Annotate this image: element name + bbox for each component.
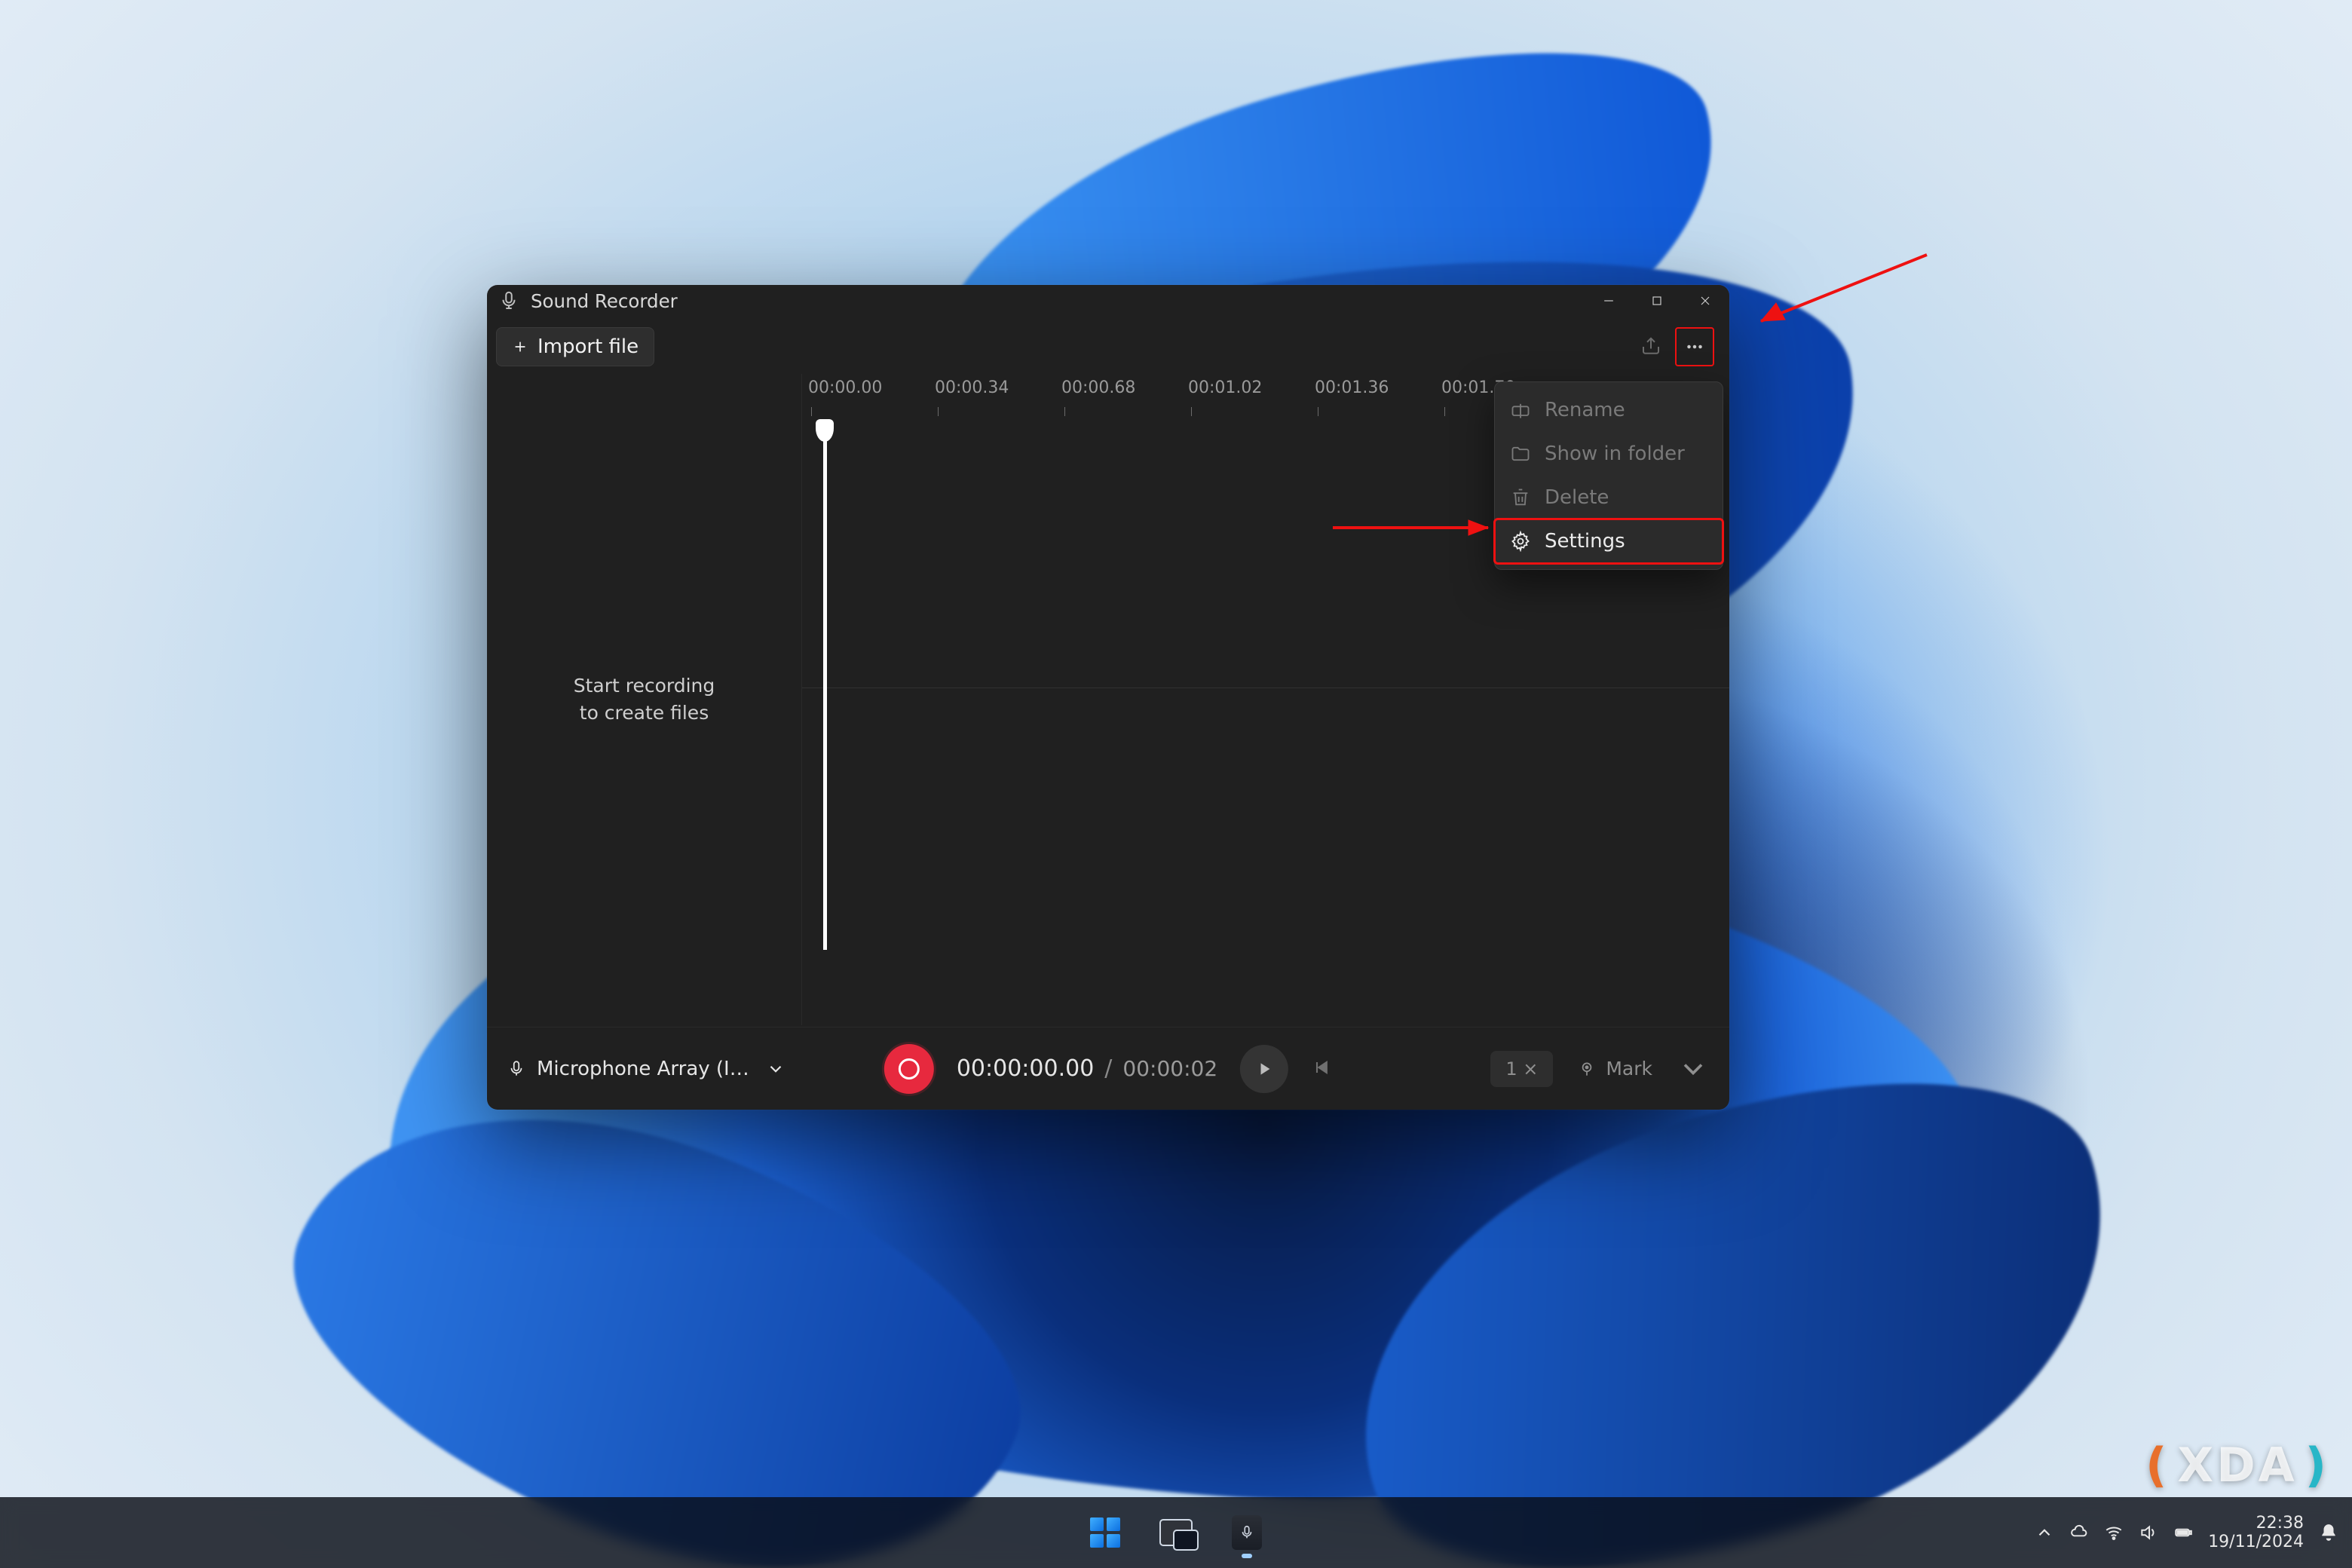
clock-date: 19/11/2024 [2208, 1533, 2304, 1551]
playhead[interactable] [816, 419, 834, 950]
desktop-wallpaper: Sound Recorder Import file [0, 0, 2352, 1568]
menu-item-label: Settings [1545, 530, 1625, 553]
wifi-icon[interactable] [2104, 1523, 2124, 1542]
time-separator: / [1098, 1055, 1118, 1082]
menu-item-label: Rename [1545, 399, 1625, 421]
skip-back-button[interactable] [1311, 1057, 1332, 1081]
empty-state-line: Start recording [574, 672, 715, 700]
playback-speed-button[interactable]: 1 × [1490, 1051, 1553, 1087]
menu-item-label: Delete [1545, 486, 1609, 509]
ruler-tick: 00:01.36 [1315, 378, 1441, 430]
more-options-menu: Rename Show in folder Delete Settings [1494, 381, 1723, 570]
annotation-arrow [1330, 513, 1511, 543]
recordings-sidebar-empty: Start recording to create files [487, 374, 802, 1025]
record-button[interactable] [884, 1044, 934, 1094]
app-icon [498, 289, 520, 312]
start-button[interactable] [1076, 1504, 1134, 1561]
empty-state-line: to create files [574, 700, 715, 727]
ruler-tick: 00:00.68 [1061, 378, 1188, 430]
playback-speed-label: 1 × [1505, 1058, 1538, 1080]
playhead-handle-icon[interactable] [816, 419, 834, 442]
microphone-label: Microphone Array (In… [537, 1058, 755, 1080]
marker-dropdown-button[interactable] [1677, 1052, 1710, 1086]
microphone-picker[interactable]: Microphone Array (In… [507, 1058, 786, 1080]
app-title: Sound Recorder [531, 290, 678, 312]
menu-item-rename[interactable]: Rename [1495, 388, 1723, 432]
total-duration: 00:00:02 [1122, 1056, 1217, 1081]
windows-logo-icon [1090, 1517, 1120, 1548]
window-maximize-button[interactable] [1633, 285, 1681, 317]
ruler-tick: 00:00.34 [935, 378, 1061, 430]
elapsed-time: 00:00:00.00 [957, 1055, 1094, 1082]
record-icon [899, 1058, 920, 1080]
menu-item-show-in-folder[interactable]: Show in folder [1495, 432, 1723, 476]
task-view-button[interactable] [1147, 1504, 1205, 1561]
play-button[interactable] [1240, 1045, 1288, 1093]
taskbar[interactable]: 22:38 19/11/2024 [0, 1497, 2352, 1568]
menu-item-label: Show in folder [1545, 443, 1685, 465]
microphone-icon [507, 1059, 526, 1079]
chevron-down-icon [766, 1059, 786, 1079]
clock-time: 22:38 [2208, 1514, 2304, 1533]
watermark-bracket-icon: ( [2145, 1438, 2170, 1493]
onedrive-icon[interactable] [2069, 1523, 2089, 1542]
marker-icon [1577, 1059, 1597, 1079]
menu-item-settings[interactable]: Settings [1495, 519, 1723, 563]
notifications-icon[interactable] [2319, 1523, 2338, 1542]
player-bar: Microphone Array (In… 00:00:00.00 / 00:0… [487, 1027, 1729, 1110]
more-options-button[interactable] [1675, 327, 1714, 366]
window-minimize-button[interactable] [1585, 285, 1633, 317]
sound-recorder-icon [1232, 1515, 1262, 1550]
annotation-arrow [1738, 249, 1934, 339]
time-readout: 00:00:00.00 / 00:00:02 [957, 1055, 1217, 1082]
watermark-text: XDA [2177, 1438, 2297, 1493]
battery-icon[interactable] [2173, 1523, 2193, 1542]
import-file-button[interactable]: Import file [496, 327, 654, 366]
tray-overflow-icon[interactable] [2035, 1523, 2054, 1542]
import-file-label: Import file [537, 335, 639, 358]
xda-watermark: ( XDA ) [2145, 1438, 2329, 1493]
titlebar[interactable]: Sound Recorder [487, 285, 1729, 317]
watermark-bracket-icon: ) [2305, 1438, 2329, 1493]
marker-label: Mark [1606, 1058, 1652, 1080]
ruler-tick: 00:01.02 [1188, 378, 1315, 430]
system-tray[interactable]: 22:38 19/11/2024 [2035, 1514, 2352, 1552]
toolbar: Import file [487, 317, 1729, 374]
volume-icon[interactable] [2139, 1523, 2158, 1542]
taskbar-clock[interactable]: 22:38 19/11/2024 [2208, 1514, 2304, 1552]
window-close-button[interactable] [1681, 285, 1729, 317]
share-button[interactable] [1631, 327, 1671, 366]
add-marker-button[interactable]: Mark [1566, 1052, 1663, 1086]
taskbar-app-sound-recorder[interactable] [1218, 1504, 1276, 1561]
task-view-icon [1159, 1519, 1193, 1546]
sound-recorder-window: Sound Recorder Import file [487, 285, 1729, 1110]
menu-item-delete[interactable]: Delete [1495, 476, 1723, 519]
playhead-line [823, 440, 827, 950]
